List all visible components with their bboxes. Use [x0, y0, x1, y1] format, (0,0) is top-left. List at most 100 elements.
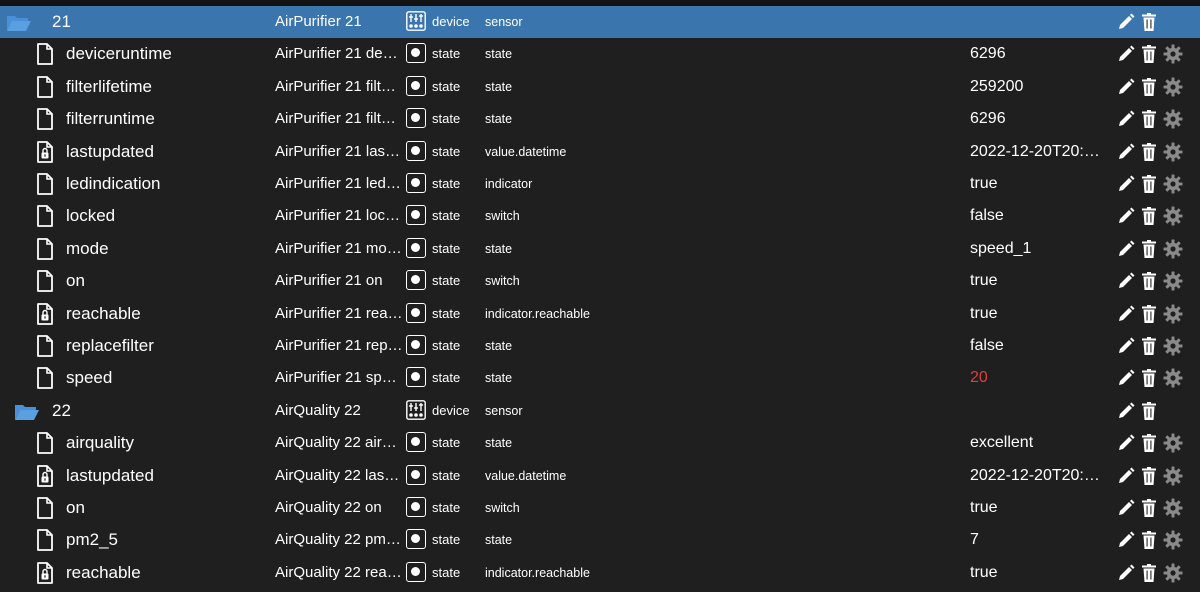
object-name-label: AirQuality 22 reac...: [275, 563, 403, 581]
object-name-label: AirQuality 22 airqu...: [275, 434, 403, 452]
state-value[interactable]: true: [970, 557, 1105, 589]
state-type-icon: [406, 237, 426, 258]
state-value[interactable]: 7: [970, 524, 1105, 556]
object-name-label: AirPurifier 21 repla...: [275, 337, 403, 354]
object-type-label: state: [432, 111, 461, 127]
state-type-icon: [406, 335, 426, 355]
object-id-label: airquality: [66, 433, 135, 453]
object-name-label: AirPurifier 21 ledin...: [275, 175, 403, 192]
tree-state-row[interactable]: speed AirPurifier 21 speed state state 20: [0, 362, 1200, 394]
object-type-label: state: [432, 143, 461, 159]
state-type-icon: [406, 432, 426, 453]
object-type-label: state: [432, 46, 461, 62]
object-role-label: indicator.reachable: [485, 565, 590, 580]
state-type-icon: [406, 108, 426, 129]
tree-state-row[interactable]: filterruntime AirPurifier 21 filter... sta…: [0, 103, 1200, 135]
object-type-label: device: [432, 14, 470, 29]
object-name-label: AirPurifier 21 speed: [275, 369, 403, 387]
object-role-label: value.datetime: [485, 144, 567, 159]
tree-state-row[interactable]: lastupdated AirPurifier 21 lastu... state v…: [0, 136, 1200, 168]
state-type-icon: [406, 302, 426, 323]
object-name-label: AirQuality 22 pm2_5: [275, 531, 403, 549]
tree-state-row[interactable]: reachable AirQuality 22 reac... state indic…: [0, 557, 1200, 589]
object-id-label: reachable: [66, 562, 141, 582]
object-role-label: state: [485, 112, 513, 127]
object-type-label: state: [432, 78, 461, 94]
state-value[interactable]: true: [970, 298, 1105, 330]
object-role-label: value.datetime: [485, 468, 567, 483]
state-value[interactable]: 6296: [970, 38, 1105, 70]
state-value[interactable]: true: [970, 265, 1105, 297]
object-role-label: switch: [485, 274, 520, 289]
object-name-label: AirQuality 22 lastu...: [275, 466, 403, 484]
tree-state-row[interactable]: pm2_5 AirQuality 22 pm2_5 state state 7: [0, 524, 1200, 556]
object-name-label: AirPurifier 21 reac...: [275, 304, 403, 322]
state-type-icon: [406, 529, 426, 550]
tree-state-row[interactable]: on AirPurifier 21 on state switch true: [0, 265, 1200, 297]
object-type-label: device: [432, 402, 470, 418]
object-id-label: pm2_5: [66, 530, 118, 550]
state-type-icon: [406, 367, 426, 388]
tree-state-row[interactable]: locked AirPurifier 21 locked state switch fa…: [0, 200, 1200, 232]
state-value[interactable]: 2022-12-20T20:2...: [970, 136, 1105, 168]
object-id-label: speed: [66, 368, 113, 388]
state-value[interactable]: false: [970, 200, 1105, 232]
state-type-icon: [406, 497, 426, 517]
object-id-label: locked: [66, 206, 116, 226]
state-value[interactable]: excellent: [970, 427, 1105, 459]
state-type-icon: [406, 270, 426, 291]
tree-state-row[interactable]: deviceruntime AirPurifier 21 devic... stat…: [0, 38, 1200, 70]
object-name-label: AirPurifier 21 on: [275, 272, 383, 290]
object-name-label: AirPurifier 21 devic...: [275, 45, 403, 63]
object-type-label: state: [432, 176, 461, 191]
object-type-label: state: [432, 273, 461, 289]
state-value[interactable]: speed_1: [970, 233, 1105, 265]
object-name-label: AirPurifier 21 locked: [275, 207, 403, 225]
object-id-label: replacefilter: [66, 336, 154, 355]
tree-state-row[interactable]: replacefilter AirPurifier 21 repla... stat…: [0, 330, 1200, 362]
object-id-label: filterruntime: [66, 109, 155, 129]
tree-folder-row[interactable]: 21 AirPurifier 21 device sensor: [0, 6, 1200, 38]
object-id-label: on: [66, 271, 85, 291]
state-value: [970, 395, 1105, 427]
object-role-label: state: [485, 79, 513, 94]
state-type-icon: [406, 205, 426, 226]
object-role-label: sensor: [485, 403, 523, 418]
object-role-label: state: [485, 436, 513, 451]
tree-state-row[interactable]: ledindication AirPurifier 21 ledin... stat…: [0, 168, 1200, 200]
tree-state-row[interactable]: lastupdated AirQuality 22 lastu... state va…: [0, 460, 1200, 492]
state-value[interactable]: 6296: [970, 103, 1105, 135]
tree-folder-row[interactable]: 22 AirQuality 22 device sensor: [0, 395, 1200, 427]
object-role-label: sensor: [485, 15, 523, 29]
object-type-label: state: [432, 435, 461, 451]
object-id-label: reachable: [66, 303, 141, 323]
object-name-label: AirPurifier 21 mode: [275, 239, 403, 257]
state-value[interactable]: true: [970, 492, 1105, 524]
object-id-label: filterlifetime: [66, 76, 152, 96]
tree-state-row[interactable]: filterlifetime AirPurifier 21 filterl... s…: [0, 71, 1200, 103]
object-id-label: 22: [52, 400, 71, 420]
object-role-label: indicator: [485, 177, 533, 191]
state-value: [970, 6, 1105, 38]
state-value[interactable]: 20: [970, 362, 1105, 394]
tree-state-row[interactable]: airquality AirQuality 22 airqu... state sta…: [0, 427, 1200, 459]
state-value[interactable]: true: [970, 168, 1105, 200]
state-value[interactable]: false: [970, 330, 1105, 362]
object-type-label: state: [432, 500, 461, 515]
object-id-label: ledindication: [66, 174, 161, 193]
object-role-label: state: [485, 241, 513, 256]
object-id-label: lastupdated: [66, 141, 154, 161]
state-value[interactable]: 2022-12-20T20:2...: [970, 460, 1105, 492]
object-type-label: state: [432, 208, 461, 224]
object-name-label: AirPurifier 21 lastu...: [275, 142, 403, 160]
state-value[interactable]: 259200: [970, 71, 1105, 103]
tree-state-row[interactable]: mode AirPurifier 21 mode state state speed_1: [0, 233, 1200, 265]
object-role-label: state: [485, 533, 513, 548]
state-type-icon: [406, 140, 426, 161]
object-type-label: state: [432, 338, 461, 353]
object-type-label: state: [432, 370, 461, 386]
state-type-icon: [406, 464, 426, 485]
tree-state-row[interactable]: reachable AirPurifier 21 reac... state indi…: [0, 298, 1200, 330]
object-id-label: lastupdated: [66, 465, 154, 485]
tree-state-row[interactable]: on AirQuality 22 on state switch true: [0, 492, 1200, 524]
